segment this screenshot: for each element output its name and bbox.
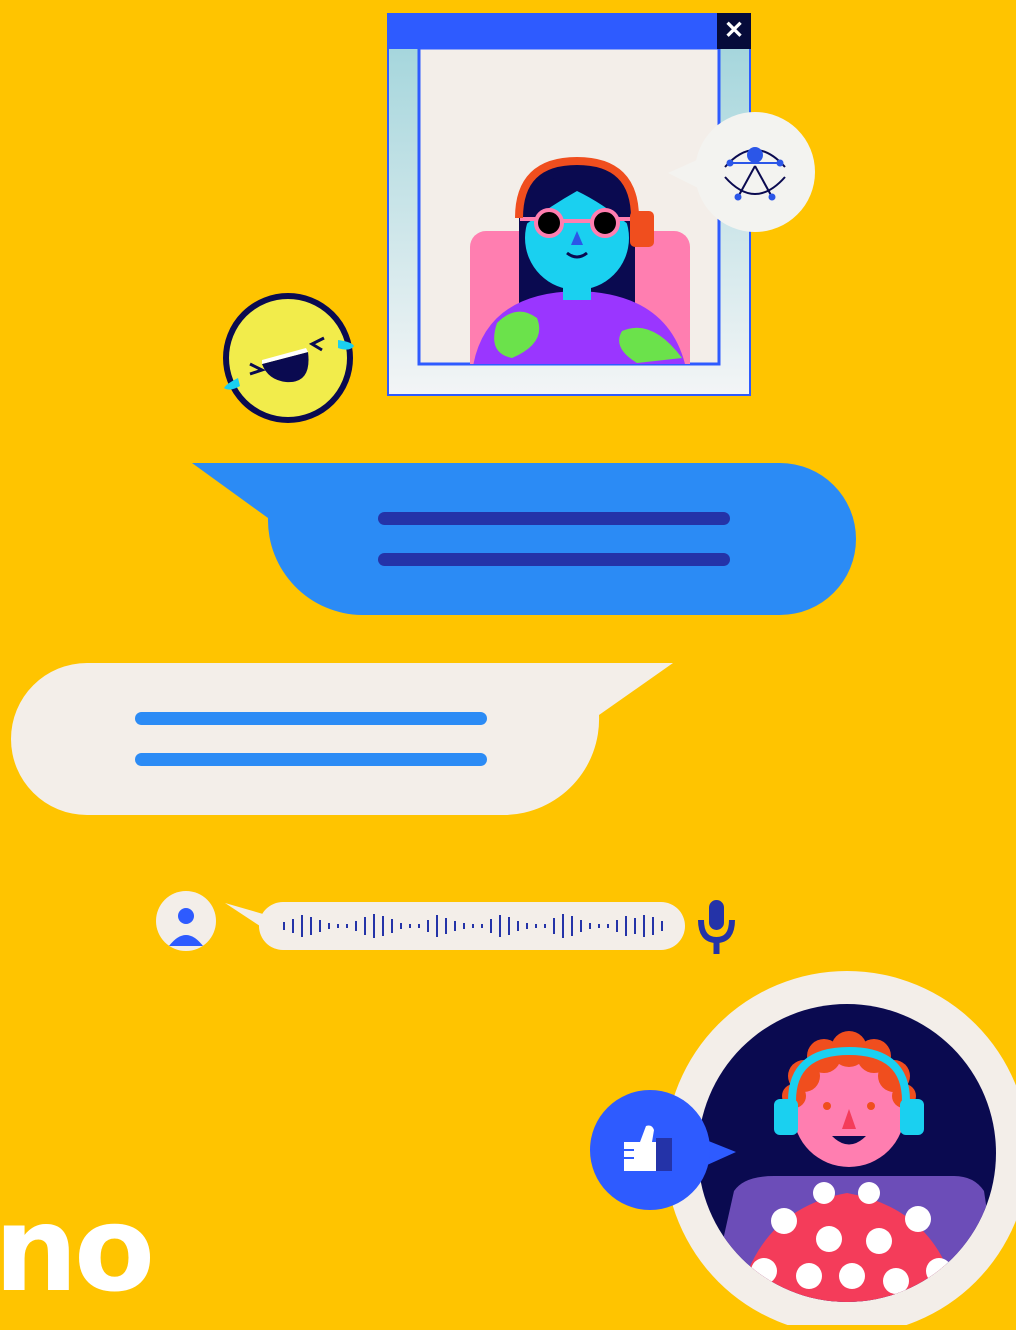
waveform-bar (373, 914, 375, 938)
waveform-bar (526, 923, 528, 929)
thumbs-up-reaction[interactable] (590, 1090, 738, 1212)
waveform-bar (454, 921, 456, 931)
waveform-bar (283, 922, 285, 930)
waveform-bar (562, 914, 564, 938)
accessibility-icon (668, 112, 815, 232)
waveform-bar (571, 916, 573, 936)
waveform-bar (445, 918, 447, 934)
waveform-bar (364, 917, 366, 935)
waveform-bar (580, 920, 582, 932)
message-line (378, 553, 730, 566)
waveform-bar (652, 917, 654, 935)
waveform-bar (328, 923, 330, 929)
waveform-bar (481, 924, 483, 928)
close-icon: ✕ (723, 17, 745, 44)
waveform-bar (463, 923, 465, 929)
waveform-bar (553, 918, 555, 934)
waveform-bar (391, 919, 393, 933)
waveform-bar (382, 916, 384, 936)
waveform-bar (418, 924, 420, 928)
waveform-bar (499, 915, 501, 937)
message-line (378, 512, 730, 525)
waveform-bar (535, 924, 537, 928)
brand-wordmark: no (0, 1180, 155, 1318)
waveform-bar (508, 917, 510, 935)
voice-message (155, 888, 745, 958)
waveform-bar (661, 921, 663, 931)
user-icon (156, 891, 216, 951)
waveform-bar (409, 924, 411, 928)
waveform-bar (625, 916, 627, 936)
waveform-bar (472, 924, 474, 928)
message-line (135, 712, 487, 725)
message-line (135, 753, 487, 766)
chat-bubble-outgoing (11, 663, 675, 815)
waveform-bar (337, 924, 339, 928)
thumbs-up-icon (590, 1090, 736, 1210)
waveform-bar (607, 924, 609, 928)
waveform-bar (427, 920, 429, 932)
waveform-bar (643, 915, 645, 937)
microphone-icon[interactable] (698, 900, 735, 954)
waveform-bar (490, 919, 492, 933)
laughing-emoji-icon (220, 292, 358, 426)
waveform-bar (346, 924, 348, 928)
waveform-bar (544, 924, 546, 928)
waveform-bar (634, 918, 636, 934)
waveform-bar (616, 920, 618, 932)
waveform-bar (517, 921, 519, 931)
waveform-bar (589, 923, 591, 929)
waveform-bar (301, 915, 303, 937)
waveform-bar (400, 923, 402, 929)
waveform-bar (598, 924, 600, 928)
waveform-bar (310, 917, 312, 935)
window-close-button[interactable]: ✕ (717, 13, 751, 49)
waveform-bar (292, 919, 294, 933)
waveform-bar (355, 921, 357, 931)
waveform-bar (319, 920, 321, 932)
chat-bubble-incoming (192, 463, 856, 615)
accessibility-bubble[interactable] (668, 111, 816, 233)
waveform-bar (436, 915, 438, 937)
